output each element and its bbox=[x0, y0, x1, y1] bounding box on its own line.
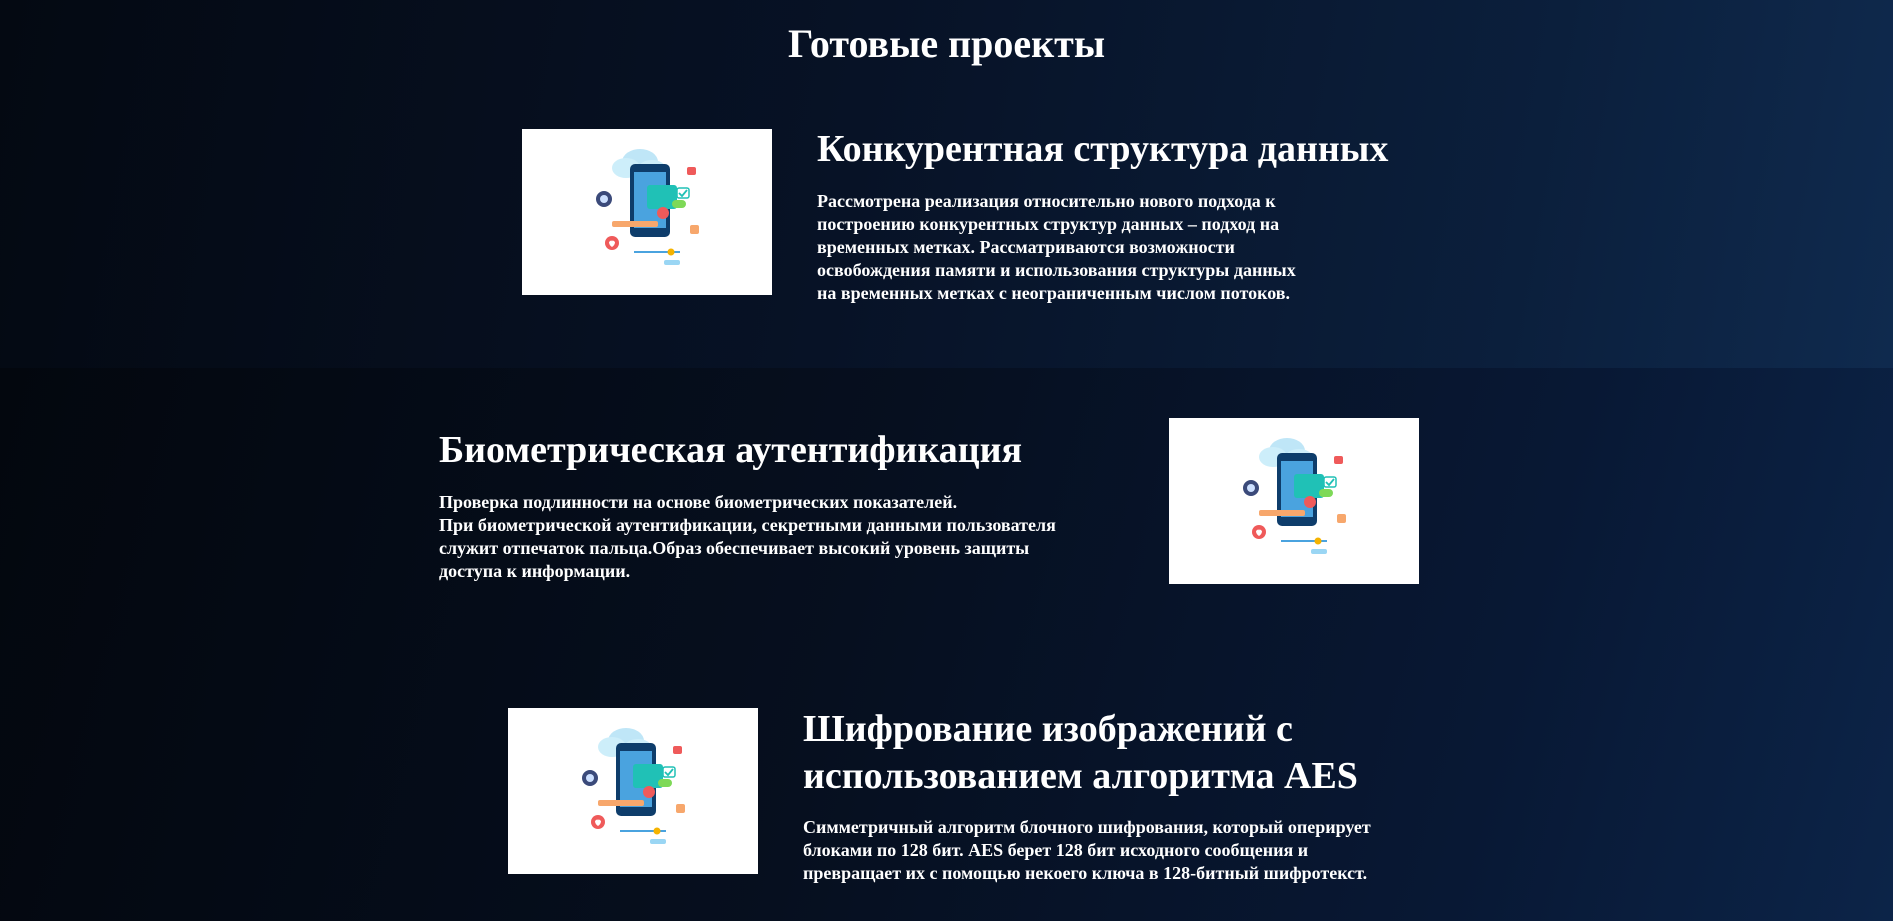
mobile-app-illustration-icon bbox=[1243, 438, 1346, 554]
project-image-2 bbox=[1169, 418, 1419, 584]
mobile-app-illustration-icon bbox=[596, 149, 699, 265]
project-description-2: Проверка подлинности на основе биометрич… bbox=[439, 492, 1056, 581]
project-title-2: Биометрическая аутентификация bbox=[439, 429, 1023, 471]
project-title-3: Шифрование изображений с использованием … bbox=[803, 708, 1358, 797]
project-description-3: Симметричный алгоритм блочного шифровани… bbox=[803, 817, 1371, 883]
project-description-1: Рассмотрена реализация относительно ново… bbox=[817, 191, 1296, 303]
project-title-1: Конкурентная структура данных bbox=[817, 128, 1389, 170]
mobile-app-illustration-icon bbox=[582, 728, 685, 844]
page-title: Готовые проекты bbox=[787, 21, 1106, 66]
project-image-1 bbox=[522, 129, 772, 295]
project-image-3 bbox=[508, 708, 758, 874]
